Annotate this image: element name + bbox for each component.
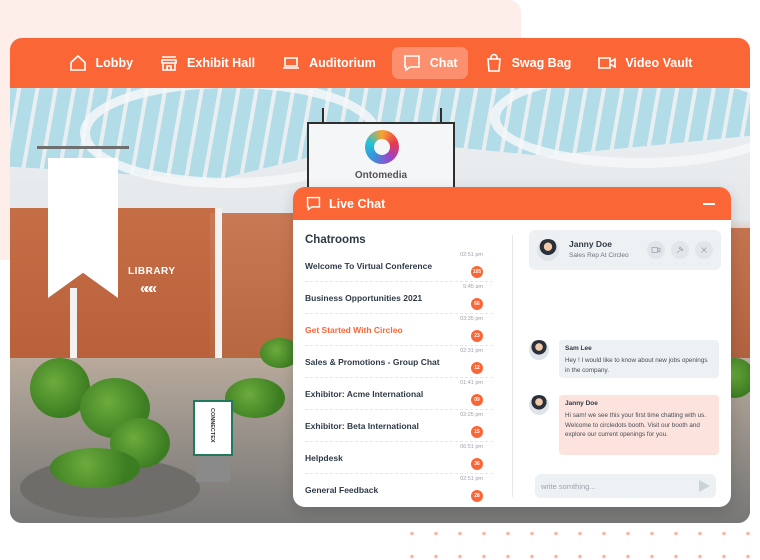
chatroom-name: Business Opportunities 2021 bbox=[305, 293, 423, 303]
unread-count-badge: 15 bbox=[471, 426, 483, 438]
unread-count-badge: 12 bbox=[471, 362, 483, 374]
chatroom-timestamp: 02:25 pm bbox=[460, 412, 483, 418]
contact-name: Janny Doe bbox=[569, 239, 612, 249]
nav-video-vault[interactable]: Video Vault bbox=[587, 47, 702, 79]
message-text: Hey ! I would like to know about new job… bbox=[565, 357, 708, 374]
chatroom-timestamp: 5:45 am bbox=[463, 284, 483, 290]
message-input[interactable] bbox=[541, 478, 691, 494]
chatroom-timestamp: 02:51 pm bbox=[460, 476, 483, 482]
nav-label: Chat bbox=[429, 56, 458, 70]
chat-bubble-icon bbox=[306, 196, 321, 211]
pin-icon bbox=[676, 246, 684, 254]
attach-button[interactable] bbox=[671, 241, 689, 259]
nav-label: Swag Bag bbox=[511, 56, 572, 70]
message-bubble: Sam Lee Hey ! I would like to know about… bbox=[559, 340, 719, 378]
unread-count-badge: 23 bbox=[471, 330, 483, 342]
pillar bbox=[70, 288, 77, 368]
pillar bbox=[215, 208, 222, 368]
chatrooms-list: Chatrooms Welcome To Virtual Conference 0… bbox=[293, 220, 505, 507]
library-label[interactable]: LIBRARY bbox=[128, 266, 176, 277]
chatroom-name: Exhibitor: Acme International bbox=[305, 389, 424, 399]
chatroom-timestamp: 06:51 pm bbox=[460, 444, 483, 450]
chatroom-item[interactable]: Helpdesk 06:51 pm 36 bbox=[305, 442, 493, 474]
avatar bbox=[537, 239, 559, 261]
nav-label: Lobby bbox=[95, 56, 134, 70]
nav-label: Video Vault bbox=[625, 56, 693, 70]
top-navigation: Lobby Exhibit Hall Auditorium Chat Swag … bbox=[10, 38, 750, 88]
conversation-panel: Janny Doe Sales Rep At Circleo Sam Lee H… bbox=[521, 220, 731, 507]
chatroom-name: General Feedback bbox=[305, 485, 379, 495]
banner-rod bbox=[37, 146, 129, 149]
chatroom-timestamp: 03:35 pm bbox=[460, 316, 483, 322]
video-camera-icon bbox=[598, 57, 617, 69]
ceiling-ring bbox=[490, 88, 750, 168]
laptop-icon bbox=[283, 57, 300, 69]
video-camera-icon bbox=[651, 247, 661, 253]
unread-count-badge: 105 bbox=[471, 266, 483, 278]
chatroom-item[interactable]: Exhibitor: Acme International 01:41 pm 09 bbox=[305, 378, 493, 410]
message-sender: Janny Doe bbox=[565, 400, 598, 407]
nav-swag-bag[interactable]: Swag Bag bbox=[474, 47, 582, 79]
message-text: Hi sam! we see this your first time chat… bbox=[565, 412, 707, 438]
library-arrows-icon: ««« bbox=[140, 280, 157, 297]
kiosk-brand: CONNECTEX bbox=[209, 408, 215, 443]
nav-lobby[interactable]: Lobby bbox=[58, 47, 144, 79]
chatroom-name: Sales & Promotions - Group Chat bbox=[305, 357, 440, 367]
chatroom-timestamp: 02:31 pm bbox=[460, 348, 483, 354]
avatar bbox=[529, 340, 549, 360]
chatroom-item[interactable]: Welcome To Virtual Conference 02:51 pm 105 bbox=[305, 250, 493, 282]
chatroom-item[interactable]: Sales & Promotions - Group Chat 02:31 pm 1… bbox=[305, 346, 493, 378]
chatroom-item[interactable]: Exhibitor: Beta International 02:25 pm 15 bbox=[305, 410, 493, 442]
sponsor-sign: Ontomedia bbox=[307, 122, 455, 194]
sponsor-kiosk[interactable]: CONNECTEX bbox=[193, 400, 233, 456]
kiosk-base bbox=[196, 456, 230, 482]
ontomedia-logo-icon bbox=[365, 130, 399, 164]
close-conversation-button[interactable] bbox=[695, 241, 713, 259]
live-chat-widget: Live Chat Chatrooms Welcome To Virtual C… bbox=[293, 187, 731, 507]
nav-chat[interactable]: Chat bbox=[391, 47, 468, 79]
sign-hanger bbox=[440, 108, 442, 122]
decorative-dot-pattern bbox=[400, 522, 760, 560]
sponsor-name: Ontomedia bbox=[354, 170, 408, 181]
chatroom-name: Exhibitor: Beta International bbox=[305, 421, 419, 431]
unread-count-badge: 09 bbox=[471, 394, 483, 406]
chatroom-item[interactable]: Get Started With Circleo 03:35 pm 23 bbox=[305, 314, 493, 346]
shopping-bag-icon bbox=[486, 53, 501, 72]
video-call-button[interactable] bbox=[647, 241, 665, 259]
chat-title: Live Chat bbox=[329, 196, 386, 211]
chatroom-item[interactable]: General Feedback 02:51 pm 28 bbox=[305, 474, 493, 506]
nav-label: Auditorium bbox=[309, 56, 376, 70]
chatroom-name: Helpdesk bbox=[305, 453, 343, 463]
contact-role: Sales Rep At Circleo bbox=[569, 252, 629, 259]
minimize-button[interactable] bbox=[703, 202, 715, 205]
panel-divider bbox=[512, 235, 513, 497]
message-composer bbox=[535, 474, 716, 498]
contact-card: Janny Doe Sales Rep At Circleo bbox=[529, 230, 721, 270]
message-sender: Sam Lee bbox=[565, 345, 592, 352]
chatroom-timestamp: 02:51 pm bbox=[460, 252, 483, 258]
nav-label: Exhibit Hall bbox=[187, 56, 256, 70]
chat-header: Live Chat bbox=[293, 187, 731, 220]
chatroom-name: Welcome To Virtual Conference bbox=[305, 261, 433, 271]
unread-count-badge: 36 bbox=[471, 458, 483, 470]
nav-auditorium[interactable]: Auditorium bbox=[271, 47, 386, 79]
avatar bbox=[529, 395, 549, 415]
storefront-icon bbox=[161, 56, 177, 71]
send-icon[interactable] bbox=[699, 480, 710, 492]
shrubs bbox=[225, 378, 285, 418]
chatroom-timestamp: 01:41 pm bbox=[460, 380, 483, 386]
chatroom-item[interactable]: Business Opportunities 2021 5:45 am 66 bbox=[305, 282, 493, 314]
nav-exhibit-hall[interactable]: Exhibit Hall bbox=[149, 47, 265, 79]
sign-hanger bbox=[322, 108, 324, 122]
chatrooms-heading: Chatrooms bbox=[305, 234, 366, 246]
chat-bubble-icon bbox=[403, 55, 420, 72]
shrubs bbox=[50, 448, 140, 488]
close-icon bbox=[701, 247, 707, 253]
home-icon bbox=[69, 54, 86, 71]
unread-count-badge: 28 bbox=[471, 490, 483, 502]
chatroom-name: Get Started With Circleo bbox=[305, 325, 403, 335]
message-bubble: Janny Doe Hi sam! we see this your first… bbox=[559, 395, 719, 455]
unread-count-badge: 66 bbox=[471, 298, 483, 310]
